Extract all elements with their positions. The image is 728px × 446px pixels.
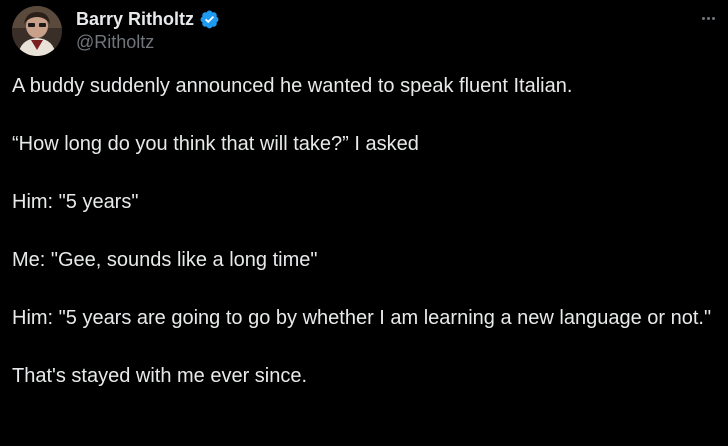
tweet-paragraph: Him: "5 years are going to go by whether…	[12, 307, 712, 329]
more-options-button[interactable]	[694, 8, 722, 28]
verified-badge-icon	[199, 9, 220, 30]
tweet-paragraph: “How long do you think that will take?” …	[12, 133, 419, 155]
tweet-card: Barry Ritholtz @Ritholtz A buddy suddenl…	[0, 0, 728, 446]
tweet-paragraph: A buddy suddenly announced he wanted to …	[12, 75, 573, 97]
author-name-row[interactable]: Barry Ritholtz	[76, 8, 220, 30]
more-horizontal-icon-dot	[706, 16, 710, 20]
more-horizontal-icon-dot	[701, 16, 705, 20]
more-horizontal-icon-dot	[711, 16, 715, 20]
author-name[interactable]: Barry Ritholtz	[76, 9, 194, 30]
tweet-paragraph: Me: "Gee, sounds like a long time"	[12, 249, 318, 271]
author-handle[interactable]: @Ritholtz	[76, 32, 154, 53]
tweet-paragraph: Him: "5 years"	[12, 191, 139, 213]
tweet-text: A buddy suddenly announced he wanted to …	[12, 74, 724, 388]
tweet-paragraph: That's stayed with me ever since.	[12, 365, 308, 387]
avatar-image	[12, 6, 62, 56]
author-avatar[interactable]	[12, 6, 62, 56]
